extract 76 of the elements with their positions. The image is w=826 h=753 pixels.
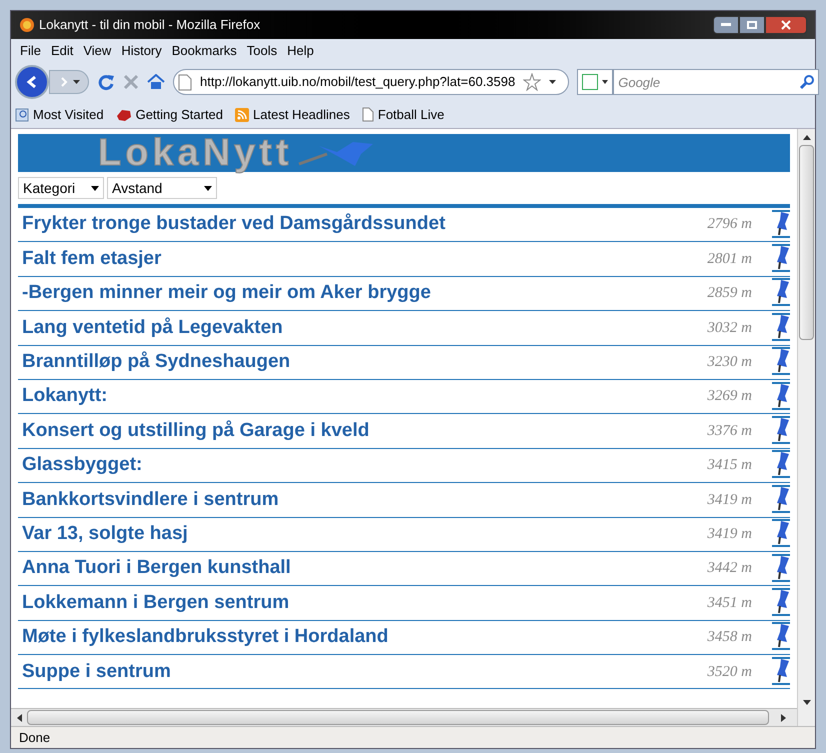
status-text: Done — [19, 728, 50, 747]
back-button[interactable] — [15, 65, 49, 99]
menu-item[interactable]: Edit — [46, 41, 78, 61]
minimize-icon — [721, 23, 731, 27]
star-icon[interactable] — [523, 73, 542, 91]
vertical-scrollbar-thumb[interactable] — [799, 145, 814, 340]
site-logo: LokaNytt — [98, 134, 293, 172]
search-page-icon — [15, 108, 29, 122]
search-engine-button[interactable] — [577, 69, 614, 95]
distance-text: 3419 m — [707, 490, 752, 510]
down-arrow-icon — [802, 700, 810, 705]
news-headline-link[interactable]: Var 13, solgte hasj — [18, 520, 188, 548]
distance-text: 3032 m — [707, 318, 752, 338]
stop-icon — [123, 74, 139, 90]
distance-text: 2859 m — [707, 284, 752, 304]
close-button[interactable] — [765, 16, 807, 34]
rss-feed-icon — [235, 108, 250, 122]
window-title: Lokanytt - til din mobil - Mozilla Firefox — [39, 16, 260, 34]
bookmark-link[interactable]: Fotball Live — [362, 104, 444, 124]
reload-icon — [97, 73, 115, 91]
distance-text: 3376 m — [707, 422, 752, 441]
bookmark-link[interactable]: Getting Started — [116, 104, 224, 124]
news-headline-link[interactable]: Anna Tuori i Bergen kunsthall — [18, 554, 291, 583]
filter-dropdown[interactable]: Avstand — [107, 177, 217, 199]
menu-item[interactable]: History — [116, 41, 167, 61]
caret-icon — [72, 80, 80, 84]
bookmark-link[interactable]: Most Visited — [15, 104, 104, 124]
maximize-icon — [747, 21, 757, 29]
menu-item[interactable]: Tools — [242, 41, 282, 61]
search-icon[interactable] — [799, 74, 816, 90]
menu-item[interactable]: Bookmarks — [166, 41, 242, 61]
url-text: http://lokanytt.uib.no/mobil/test_query.php?lat=60.3598 — [200, 73, 516, 92]
home-icon — [147, 74, 165, 90]
close-icon — [781, 20, 791, 30]
page-icon — [178, 74, 192, 90]
distance-text: 2801 m — [707, 250, 752, 269]
bookmark-link[interactable]: Latest Headlines — [235, 104, 350, 124]
news-headline-link[interactable]: Lokanytt: — [18, 382, 108, 411]
distance-text: 3415 m — [707, 456, 752, 476]
news-headline-link[interactable]: Bankkortsvindlere i sentrum — [18, 486, 279, 514]
news-headline-link[interactable]: Branntilløp på Sydneshaugen — [18, 348, 290, 376]
news-headline-link[interactable]: Konsert og utstilling på Garage i kveld — [18, 416, 370, 446]
news-headline-link[interactable]: Suppe i sentrum — [18, 658, 171, 686]
distance-text: 3442 m — [707, 559, 752, 578]
news-headline-link[interactable]: Lokkemann i Bergen sentrum — [18, 588, 290, 618]
news-headline-link[interactable]: Frykter tronge bustader ved Damsgårdssundet — [18, 210, 446, 239]
right-arrow-icon — [780, 714, 786, 722]
up-arrow-icon — [802, 134, 810, 140]
caret-icon — [204, 186, 212, 190]
distance-text: 2796 m — [707, 215, 752, 234]
distance-text: 3269 m — [707, 387, 752, 406]
address-bar[interactable]: http://lokanytt.uib.no/mobil/test_query.php?lat=60.3598 — [173, 69, 570, 95]
search-field[interactable]: Google — [613, 69, 820, 95]
distance-text: 3520 m — [707, 662, 752, 682]
caret-icon — [602, 80, 608, 84]
distance-text: 3458 m — [707, 628, 752, 648]
filter-dropdown[interactable]: Kategori — [18, 177, 104, 199]
news-headline-link[interactable]: Falt fem etasjer — [18, 244, 162, 274]
minimize-button[interactable] — [713, 16, 739, 34]
firefox-logo-icon — [19, 17, 35, 33]
news-headline-link[interactable]: -Bergen minner meir og meir om Aker brygge — [18, 279, 431, 308]
menu-item[interactable]: File — [15, 41, 46, 61]
left-arrow-icon — [16, 714, 22, 722]
caret-icon — [91, 186, 99, 190]
horizontal-scrollbar-thumb[interactable] — [27, 710, 769, 725]
page-icon — [362, 107, 374, 122]
caret-icon[interactable] — [549, 80, 556, 84]
maximize-button[interactable] — [739, 16, 765, 34]
menu-item[interactable]: View — [78, 41, 116, 61]
distance-text: 3230 m — [707, 353, 752, 372]
news-headline-link[interactable]: Glassbygget: — [18, 451, 142, 480]
distance-text: 3451 m — [707, 594, 752, 613]
news-headline-link[interactable]: Møte i fylkeslandbruksstyret i Hordaland — [18, 623, 388, 652]
news-headline-link[interactable]: Lang ventetid på Legevakten — [18, 314, 283, 342]
distance-text: 3419 m — [707, 524, 752, 544]
menu-item[interactable]: Help — [282, 41, 319, 61]
